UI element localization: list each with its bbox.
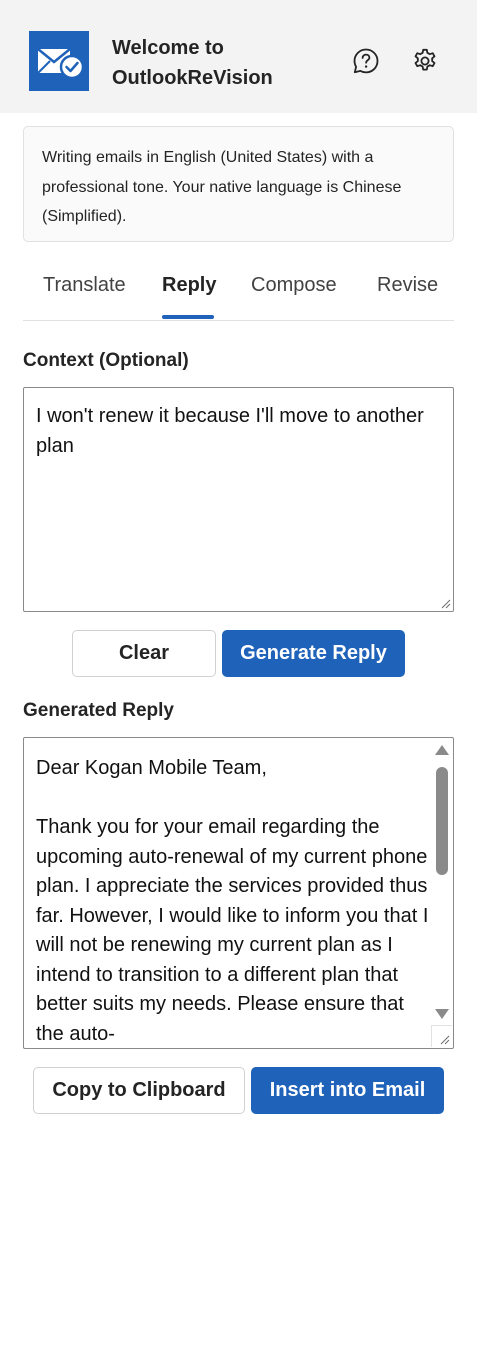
generated-reply-text: Dear Kogan Mobile Team, Thank you for yo…: [36, 757, 429, 1045]
help-icon: [353, 48, 379, 74]
language-info-text: Writing emails in English (United States…: [42, 149, 402, 225]
app-header: Welcome to OutlookReVision: [0, 0, 477, 113]
insert-into-email-button[interactable]: Insert into Email: [251, 1067, 444, 1114]
scroll-down-arrow-icon[interactable]: [435, 1009, 449, 1019]
tab-translate[interactable]: Translate: [43, 274, 126, 297]
reply-scrollbar[interactable]: [432, 739, 452, 1024]
scrollbar-thumb[interactable]: [436, 767, 448, 875]
help-button[interactable]: [349, 44, 383, 78]
generated-reply-textarea[interactable]: Dear Kogan Mobile Team, Thank you for yo…: [23, 737, 454, 1049]
settings-button[interactable]: [408, 44, 442, 78]
tab-revise[interactable]: Revise: [377, 274, 438, 297]
generated-reply-label: Generated Reply: [23, 700, 174, 721]
gear-icon: [414, 48, 436, 71]
tab-bar: Translate Reply Compose Revise: [23, 262, 454, 321]
copy-to-clipboard-button[interactable]: Copy to Clipboard: [33, 1067, 245, 1114]
mail-check-icon: [29, 31, 89, 91]
active-tab-indicator: [162, 315, 214, 319]
generate-reply-button[interactable]: Generate Reply: [222, 630, 405, 677]
tab-reply[interactable]: Reply: [162, 274, 216, 297]
scrollbar-corner: [431, 1025, 452, 1047]
language-info-box: Writing emails in English (United States…: [23, 126, 454, 242]
context-textarea[interactable]: I won't renew it because I'll move to an…: [23, 387, 454, 612]
context-text: I won't renew it because I'll move to an…: [36, 405, 424, 457]
tab-compose[interactable]: Compose: [251, 274, 337, 297]
context-label: Context (Optional): [23, 350, 189, 371]
clear-button[interactable]: Clear: [72, 630, 216, 677]
resize-grip-icon[interactable]: [439, 597, 451, 609]
app-title: Welcome to OutlookReVision: [112, 37, 273, 89]
resize-grip-icon[interactable]: [438, 1033, 450, 1045]
scroll-up-arrow-icon[interactable]: [435, 745, 449, 755]
